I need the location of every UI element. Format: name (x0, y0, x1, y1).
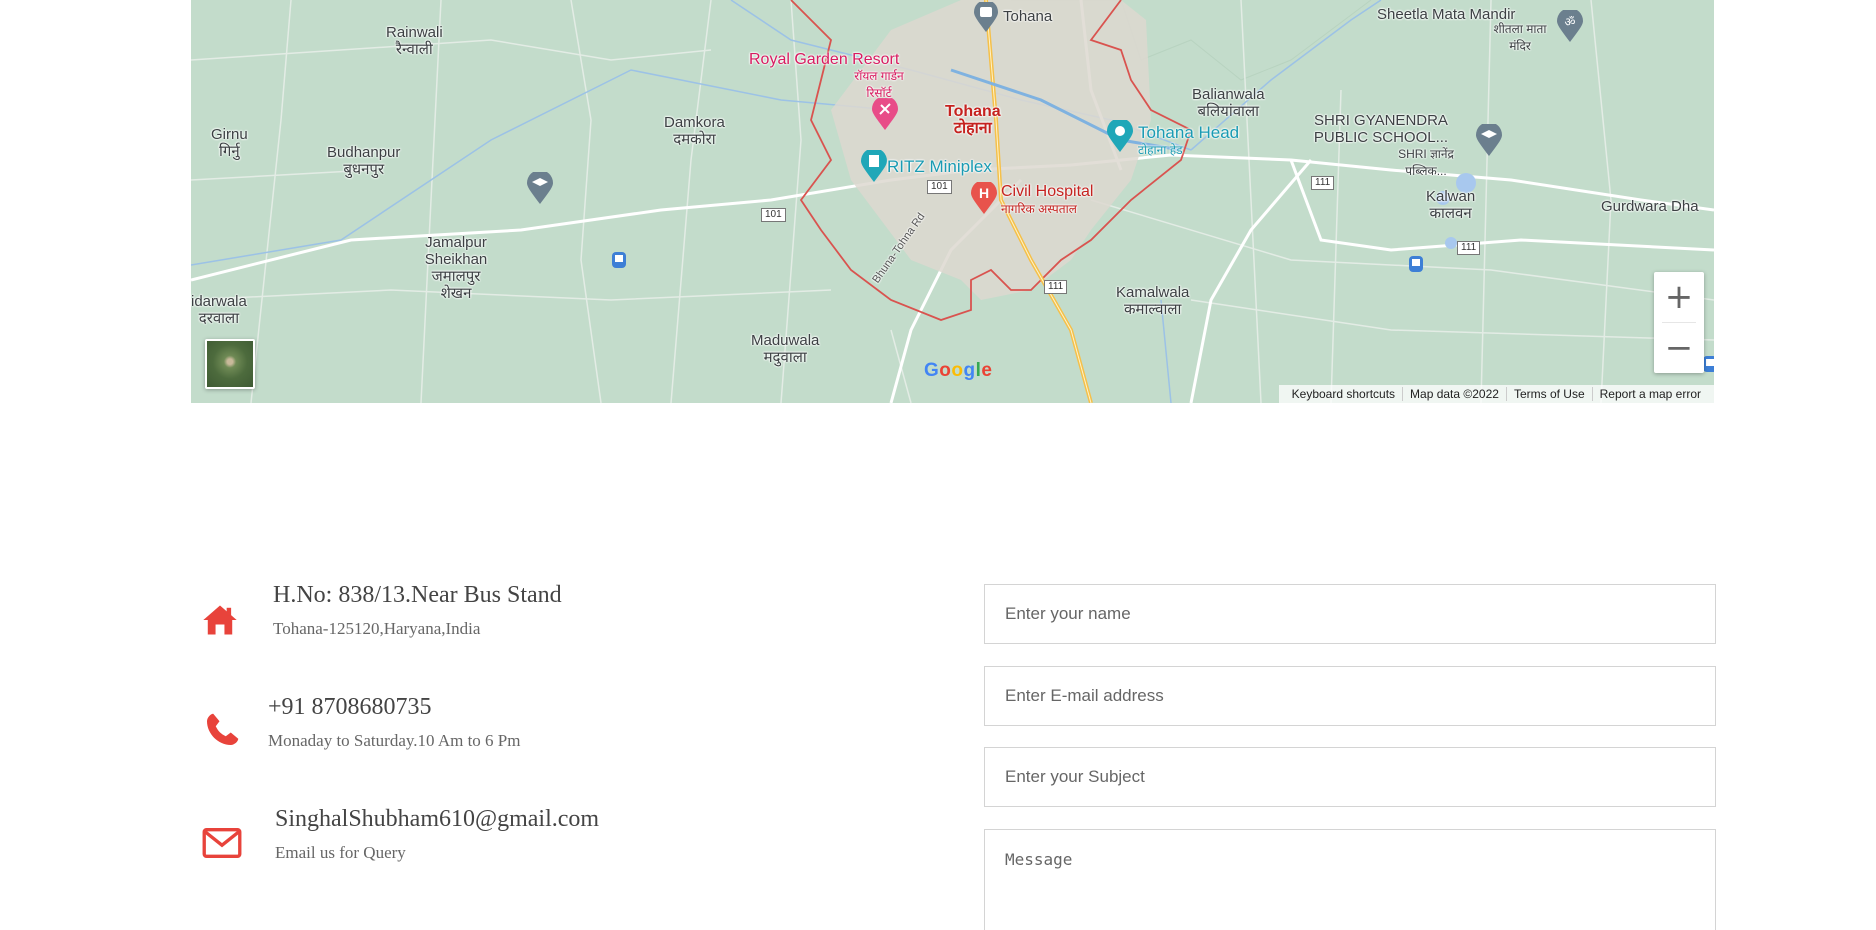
road-shield: 111 (1044, 280, 1068, 294)
map-label-balianwala: Balianwala बलियांवाला (1192, 86, 1265, 120)
zoom-in-button[interactable]: + (1654, 272, 1704, 322)
resort-pin-icon[interactable] (870, 98, 900, 132)
map-label-tohana-city: Tohana टोहाना (945, 103, 1001, 137)
terms-of-use-link[interactable]: Terms of Use (1505, 387, 1592, 401)
map-canvas[interactable] (191, 0, 1714, 403)
email-input[interactable] (984, 666, 1716, 726)
temple-pin-icon[interactable]: ॐ (1555, 10, 1585, 44)
map-label-sidarwala: idarwala दरवाला (191, 293, 247, 327)
email-subtitle: Email us for Query (275, 843, 406, 862)
home-icon (203, 605, 237, 635)
name-input[interactable] (984, 584, 1716, 644)
road-shield: 101 (761, 208, 786, 222)
envelope-icon (202, 828, 242, 858)
map-label-kalwan: Kalwan कालवन (1426, 188, 1476, 222)
map-label-budhanpur: Budhanpur बुधनपुर (327, 144, 401, 178)
email-title[interactable]: SinghalShubham610@gmail.com (275, 806, 599, 833)
map-label-kamalwala: Kamalwala कमाल्वाला (1116, 284, 1190, 318)
map-label-sheetla-hi: शीतला माता मंदिर (1493, 22, 1547, 53)
bus-stop-icon[interactable] (611, 251, 627, 269)
road-shield: 101 (927, 180, 952, 194)
subject-input[interactable] (984, 747, 1716, 807)
map-label-tohana-head: Tohana Head (1138, 123, 1240, 142)
school-pin-icon[interactable] (525, 172, 555, 206)
map-label-maduwala: Maduwala मदुवाला (751, 332, 820, 366)
address-title: H.No: 838/13.Near Bus Stand (273, 582, 562, 608)
map-label-shri-school: SHRI GYANENDRA PUBLIC SCHOOL... (1313, 112, 1449, 146)
map-label-shri-school-hi: SHRI ज्ञानेंद्र पब्लिक... (1398, 147, 1454, 178)
phone-icon (207, 713, 239, 745)
map-label-royal-garden-hi: रॉयल गार्डन रिसॉर्ट (854, 69, 904, 100)
bus-station-pin-icon[interactable] (971, 2, 1001, 34)
map-label-girnu: Girnu गिर्नु (211, 126, 248, 160)
svg-text:ॐ: ॐ (1565, 15, 1576, 29)
map-data-text: Map data ©2022 (1402, 387, 1506, 401)
zoom-out-button[interactable]: − (1654, 323, 1704, 373)
school-pin-icon[interactable] (1474, 124, 1504, 158)
map-label-rainwali: Rainwali रैन्वाली (386, 24, 443, 58)
bus-stop-icon[interactable] (1408, 255, 1424, 273)
phone-subtitle: Monaday to Saturday.10 Am to 6 Pm (268, 731, 521, 750)
message-textarea[interactable] (984, 829, 1716, 930)
hospital-pin-icon[interactable]: H (969, 182, 999, 216)
map-label-civil-hospital: Civil Hospital (1001, 183, 1094, 200)
satellite-toggle-button[interactable] (205, 339, 255, 389)
road-shield: 111 (1457, 241, 1481, 255)
map-attribution: Keyboard shortcuts Map data ©2022 Terms … (1278, 385, 1714, 403)
svg-text:H: H (979, 185, 989, 201)
map-label-civil-hospital-hi: नागरिक अस्पताल (1001, 202, 1077, 216)
map-label-tohana-head-hi: टोहाना हेड (1138, 143, 1183, 157)
map-label-ritz: RITZ Miniplex (887, 157, 992, 176)
embedded-map[interactable]: H ॐ Rainwali रैन्वाली Tohana Royal Garden… (191, 0, 1714, 403)
map-label-damkora: Damkora दमकोरा (664, 114, 725, 148)
cinema-pin-icon[interactable] (859, 150, 889, 184)
keyboard-shortcuts-link[interactable]: Keyboard shortcuts (1285, 387, 1402, 401)
map-label-tohana-top: Tohana (1003, 8, 1053, 25)
map-label-royal-garden: Royal Garden Resort (749, 51, 900, 68)
google-logo: Google (924, 360, 993, 381)
report-map-error-link[interactable]: Report a map error (1591, 387, 1708, 401)
road-shield: 111 (1311, 176, 1335, 190)
address-subtitle: Tohana-125120,Haryana,India (273, 619, 481, 638)
camera-pin-icon[interactable] (1105, 120, 1135, 154)
map-label-gurdwara: Gurdwara Dha (1601, 198, 1699, 215)
zoom-control: + − (1654, 272, 1704, 373)
map-label-jamalpur: Jamalpur Sheikhan जमालपुर शेखन (424, 234, 488, 302)
phone-title: +91 8708680735 (268, 694, 432, 720)
